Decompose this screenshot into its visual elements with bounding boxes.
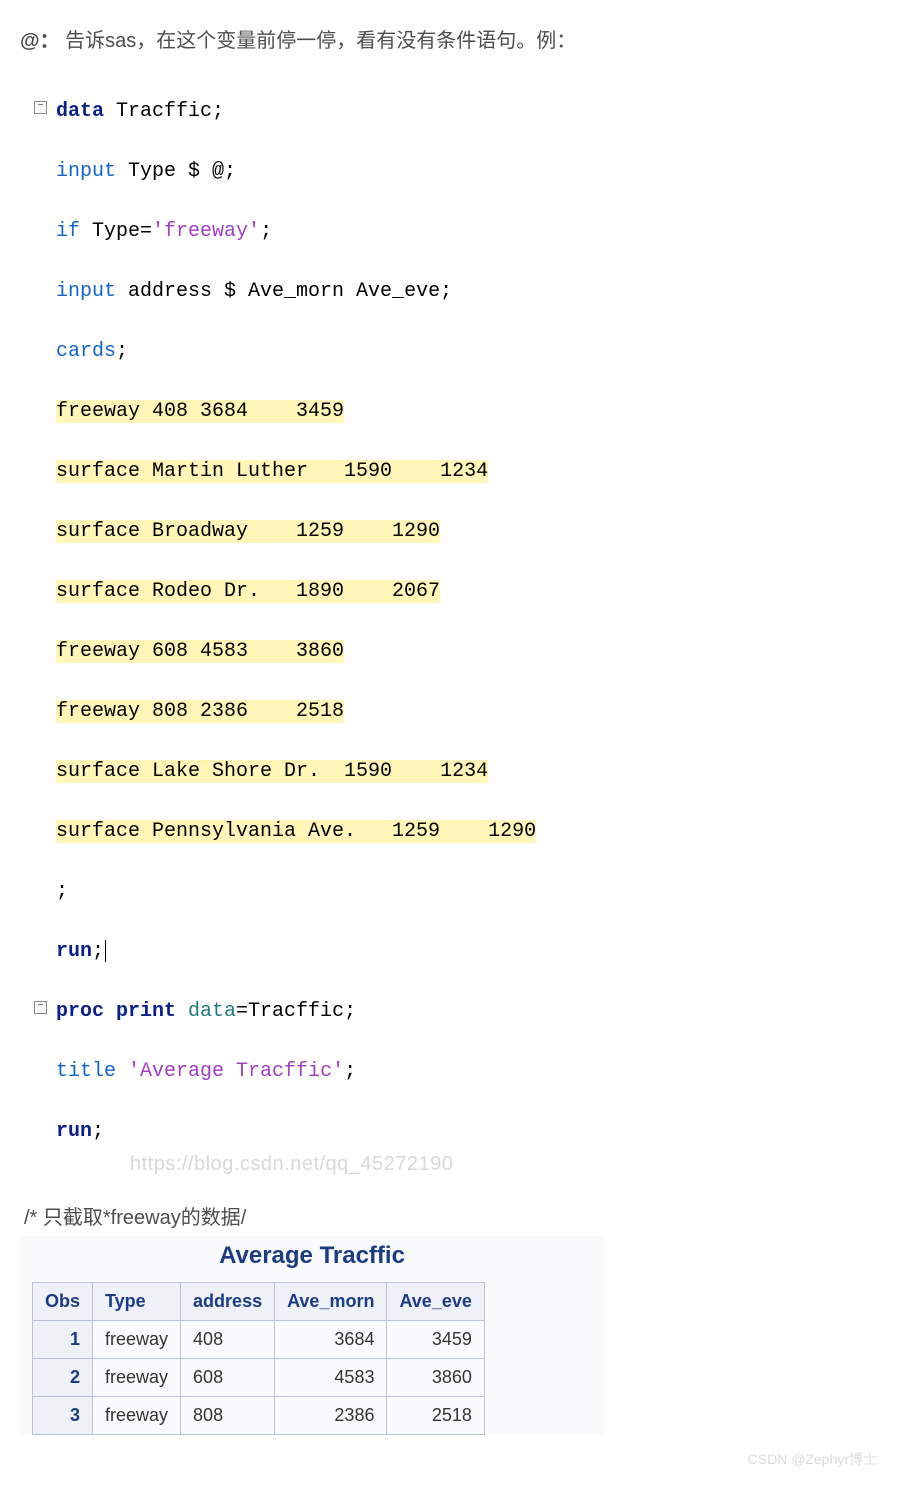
- kw-data: data: [56, 100, 104, 123]
- result-title: Average Tracffic: [20, 1242, 604, 1270]
- table-row: 3 freeway 808 2386 2518: [33, 1397, 485, 1435]
- col-address: address: [181, 1283, 275, 1321]
- data-line: freeway 408 3684 3459: [56, 400, 344, 423]
- headline: @： 告诉sas，在这个变量前停一停，看有没有条件语句。例：: [20, 24, 889, 53]
- fold-icon[interactable]: −: [34, 101, 47, 114]
- col-type: Type: [93, 1283, 181, 1321]
- kw-title: title: [56, 1060, 116, 1083]
- data-line: surface Pennsylvania Ave. 1259 1290: [56, 820, 536, 843]
- kw-cards: cards: [56, 340, 116, 363]
- kw-proc-print: proc print: [56, 1000, 176, 1023]
- data-line: freeway 808 2386 2518: [56, 700, 344, 723]
- kw-run: run: [56, 940, 92, 963]
- col-obs: Obs: [33, 1283, 93, 1321]
- result-output: Average Tracffic Obs Type address Ave_mo…: [20, 1236, 604, 1435]
- headline-text: 告诉sas，在这个变量前停一停，看有没有条件语句。例：: [60, 30, 577, 52]
- col-ave-morn: Ave_morn: [275, 1283, 387, 1321]
- data-line: surface Lake Shore Dr. 1590 1234: [56, 760, 488, 783]
- table-row: 2 freeway 608 4583 3860: [33, 1359, 485, 1397]
- table-row: 1 freeway 408 3684 3459: [33, 1321, 485, 1359]
- footer-watermark: CSDN @Zephyr博士: [20, 1449, 889, 1469]
- cards-terminator: ;: [56, 880, 68, 903]
- col-ave-eve: Ave_eve: [387, 1283, 484, 1321]
- fold-icon[interactable]: −: [34, 1001, 47, 1014]
- comment-text: /* 只截取*freeway的数据/: [24, 1201, 889, 1230]
- sas-code-block: −data Tracffic; input Type $ @; if Type=…: [28, 67, 889, 1177]
- data-line: freeway 608 4583 3860: [56, 640, 344, 663]
- result-table: Obs Type address Ave_morn Ave_eve 1 free…: [32, 1282, 485, 1435]
- headline-prefix: @：: [20, 30, 60, 52]
- data-line: surface Martin Luther 1590 1234: [56, 460, 488, 483]
- table-header-row: Obs Type address Ave_morn Ave_eve: [33, 1283, 485, 1321]
- kw-input: input: [56, 160, 116, 183]
- data-line: surface Broadway 1259 1290: [56, 520, 440, 543]
- text-cursor-icon: [105, 940, 106, 962]
- kw-run2: run: [56, 1120, 92, 1143]
- kw-input2: input: [56, 280, 116, 303]
- data-line: surface Rodeo Dr. 1890 2067: [56, 580, 440, 603]
- kw-if: if: [56, 220, 80, 243]
